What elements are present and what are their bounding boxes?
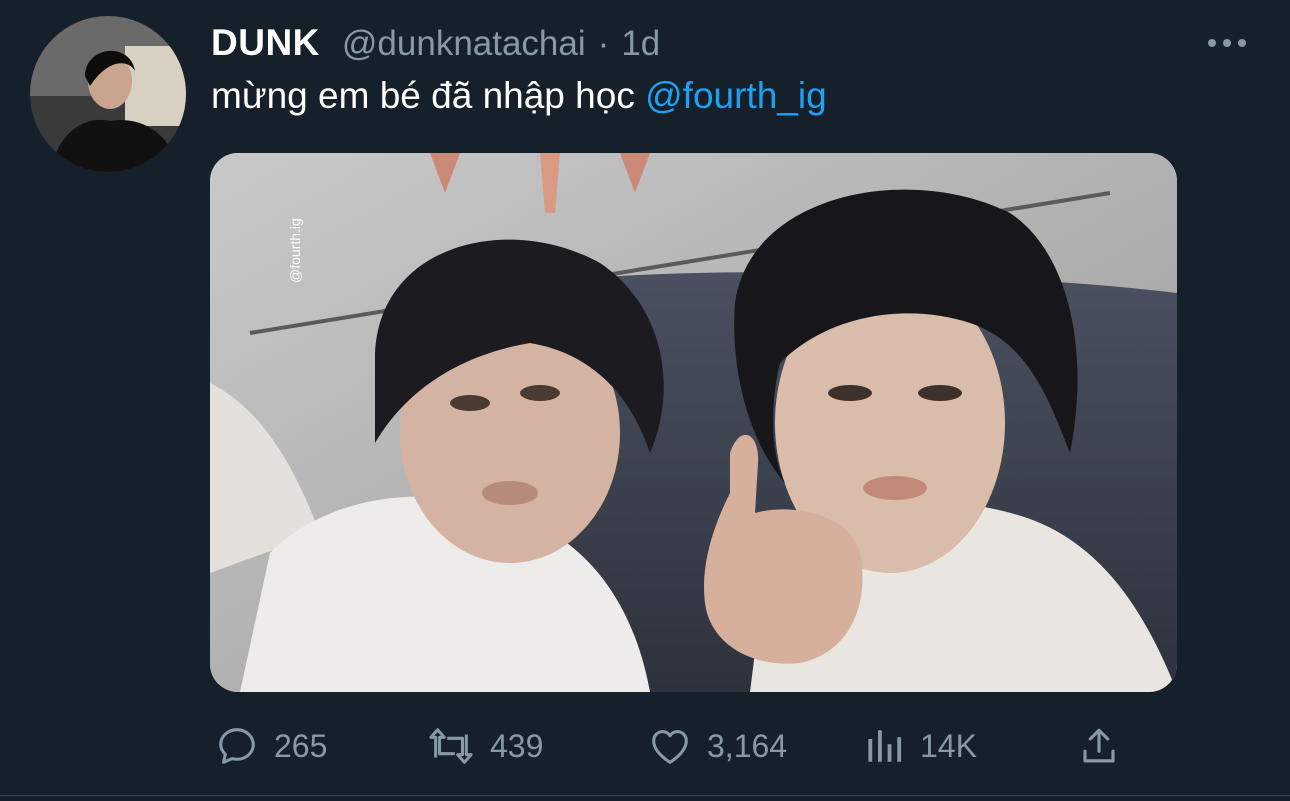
tweet-text-body: mừng em bé đã nhập học bbox=[211, 75, 646, 116]
reply-count: 265 bbox=[274, 727, 328, 764]
avatar[interactable] bbox=[30, 16, 186, 172]
media-watermark: @fourth.ig bbox=[287, 218, 303, 283]
timestamp[interactable]: 1d bbox=[621, 24, 660, 64]
reply-button[interactable]: 265 bbox=[214, 718, 327, 774]
share-button[interactable] bbox=[1078, 718, 1120, 774]
tweet-header: DUNK @dunknatachai · 1d bbox=[211, 22, 660, 66]
selfie-photo: @fourth.ig bbox=[210, 153, 1177, 692]
retweet-count: 439 bbox=[490, 727, 544, 764]
display-name[interactable]: DUNK bbox=[211, 22, 320, 64]
action-bar: 265 439 3,164 14K bbox=[210, 718, 1130, 774]
tweet: DUNK @dunknatachai · 1d mừng em bé đã nh… bbox=[0, 0, 1290, 801]
views-button[interactable]: 14K bbox=[864, 718, 977, 774]
more-button[interactable] bbox=[1203, 30, 1251, 56]
reply-icon bbox=[219, 728, 255, 764]
like-button[interactable]: 3,164 bbox=[647, 718, 787, 774]
mention-link[interactable]: @fourth_ig bbox=[645, 75, 827, 116]
tweet-media-photo[interactable]: @fourth.ig bbox=[210, 153, 1177, 692]
analytics-icon bbox=[868, 730, 902, 762]
avatar-photo bbox=[30, 16, 186, 172]
user-handle[interactable]: @dunknatachai bbox=[342, 24, 586, 64]
retweet-icon bbox=[429, 728, 473, 764]
like-count: 3,164 bbox=[707, 727, 788, 764]
tweet-divider bbox=[0, 795, 1290, 796]
heart-icon bbox=[652, 730, 688, 764]
retweet-button[interactable]: 439 bbox=[426, 718, 543, 774]
separator-dot: · bbox=[597, 24, 610, 63]
views-count: 14K bbox=[920, 727, 977, 764]
share-icon bbox=[1083, 728, 1115, 763]
tweet-text: mừng em bé đã nhập học @fourth_ig bbox=[211, 74, 827, 118]
more-horizontal-icon bbox=[1208, 39, 1246, 47]
